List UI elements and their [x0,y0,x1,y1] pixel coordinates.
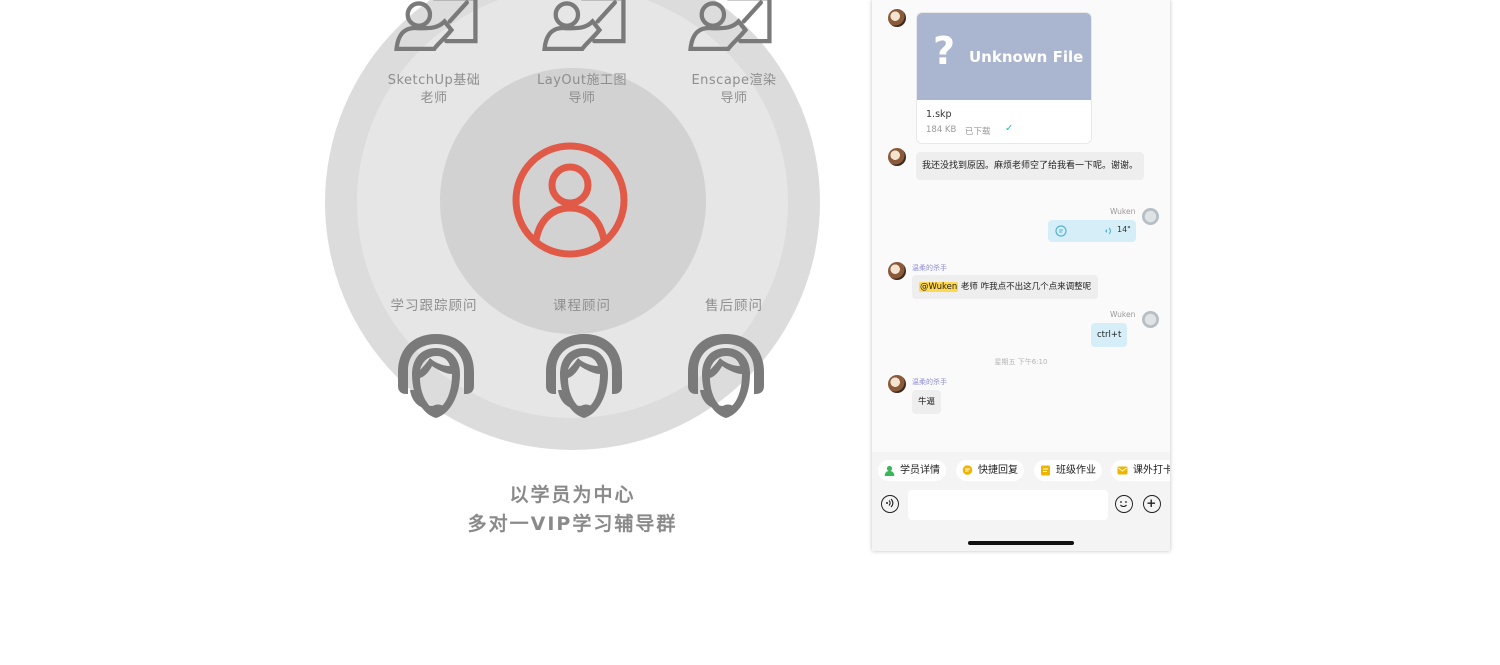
plus-icon [1147,499,1155,507]
mentor-label-layout: LayOut施工图 导师 [512,72,652,108]
sender-name: 温柔的杀手 [912,378,947,386]
chip-student-details[interactable]: 学员详情 [878,460,946,481]
mentor-label-line1: Enscape渲染 [691,73,777,88]
quick-action-bar: 学员详情 快捷回复 班级作业 课外打卡 [872,452,1170,488]
mentor-label-line1: SketchUp基础 [387,73,481,88]
mentor-label-line2: 导师 [568,91,596,106]
person-icon [884,465,895,476]
homework-doc-icon [1041,465,1050,476]
sender-name: Wuken [1110,207,1136,216]
check-icon: ✓ [1005,123,1014,134]
message-bubble[interactable]: @Wuken 老师 咋我点不出这几个点来调整呢 [912,275,1099,299]
voice-to-text-icon[interactable] [1055,225,1067,237]
message-text: 老师 咋我点不出这几个点来调整呢 [958,282,1092,292]
user-avatar[interactable] [888,148,906,166]
mentor-label-sketchup: SketchUp基础 老师 [364,72,504,108]
service-diagram: SketchUp基础 老师 LayOut施工图 导师 Enscape渲染 导师 … [0,0,860,665]
envelope-icon [1117,466,1128,475]
voice-input-button[interactable] [881,495,899,513]
message-bubble[interactable]: ctrl+t [1091,323,1128,347]
mentor-label-line2: 导师 [720,91,748,106]
student-user-icon [512,142,628,258]
teacher-board-icon [542,0,626,51]
question-mark-icon: ? [933,29,956,73]
caption-line1: 以学员为中心 [509,484,636,506]
teacher-board-icon [394,0,478,51]
message-input-bar [872,488,1170,551]
sound-wave-icon [886,498,894,508]
home-indicator [968,541,1074,545]
chat-phone-screen: ? Unknown File 1.skp 184 KB 已下载 ✓ 我还没找到原… [872,0,1170,551]
chip-label: 课外打卡 [1133,465,1170,476]
file-size: 184 KB [926,125,957,135]
chip-class-homework[interactable]: 班级作业 [1034,460,1102,481]
more-plus-button[interactable] [1143,495,1161,513]
smiley-icon [1120,501,1127,508]
file-download-status: 已下载 [965,127,991,137]
file-name: 1.skp [926,109,952,120]
chip-checkin[interactable]: 课外打卡 [1111,460,1170,481]
mentor-label-line1: LayOut施工图 [537,73,627,88]
mentor-label-enscape: Enscape渲染 导师 [664,72,804,108]
sender-name: 温柔的杀手 [912,264,947,272]
time-separator: 星期五 下午6:10 [994,358,1048,366]
teacher-board-icon [688,0,772,51]
mention-tag[interactable]: @Wuken [919,282,959,292]
voice-message-bubble[interactable]: 14" [1048,220,1136,242]
advisor-label-course: 课程顾问 [553,298,611,314]
headset-agent-icon [688,334,764,418]
caption-line2: 多对一VIP学习辅导群 [467,513,678,535]
message-text-input[interactable] [908,490,1108,520]
user-avatar[interactable] [888,375,906,393]
headset-agent-icon [546,334,622,418]
emoji-button[interactable] [1115,495,1133,513]
user-avatar[interactable] [888,9,906,27]
advisor-label-tracking: 学习跟踪顾问 [390,298,478,314]
user-avatar[interactable] [1142,208,1159,225]
message-bubble[interactable]: 我还没找到原因。麻烦老师空了给我看一下呢。谢谢。 [916,152,1145,180]
file-cover-title: Unknown File [969,48,1084,66]
mentor-label-line2: 老师 [420,91,448,106]
file-cover: ? Unknown File [917,13,1091,100]
chip-quick-reply[interactable]: 快捷回复 [956,460,1024,481]
user-avatar[interactable] [1142,311,1159,328]
chip-label: 班级作业 [1056,465,1096,476]
advisor-label-aftersale: 售后顾问 [705,298,763,314]
voice-duration: 14" [1117,225,1131,234]
chip-label: 学员详情 [900,465,940,476]
chat-bubble-icon [962,465,973,475]
sender-name: Wuken [1110,310,1136,319]
message-bubble[interactable]: 牛逼 [912,390,942,414]
user-avatar[interactable] [888,262,906,280]
file-message-card[interactable]: ? Unknown File 1.skp 184 KB 已下载 ✓ [916,12,1092,144]
headset-agent-icon [398,334,474,418]
voice-wave-icon [1105,227,1112,235]
chip-label: 快捷回复 [978,465,1018,476]
